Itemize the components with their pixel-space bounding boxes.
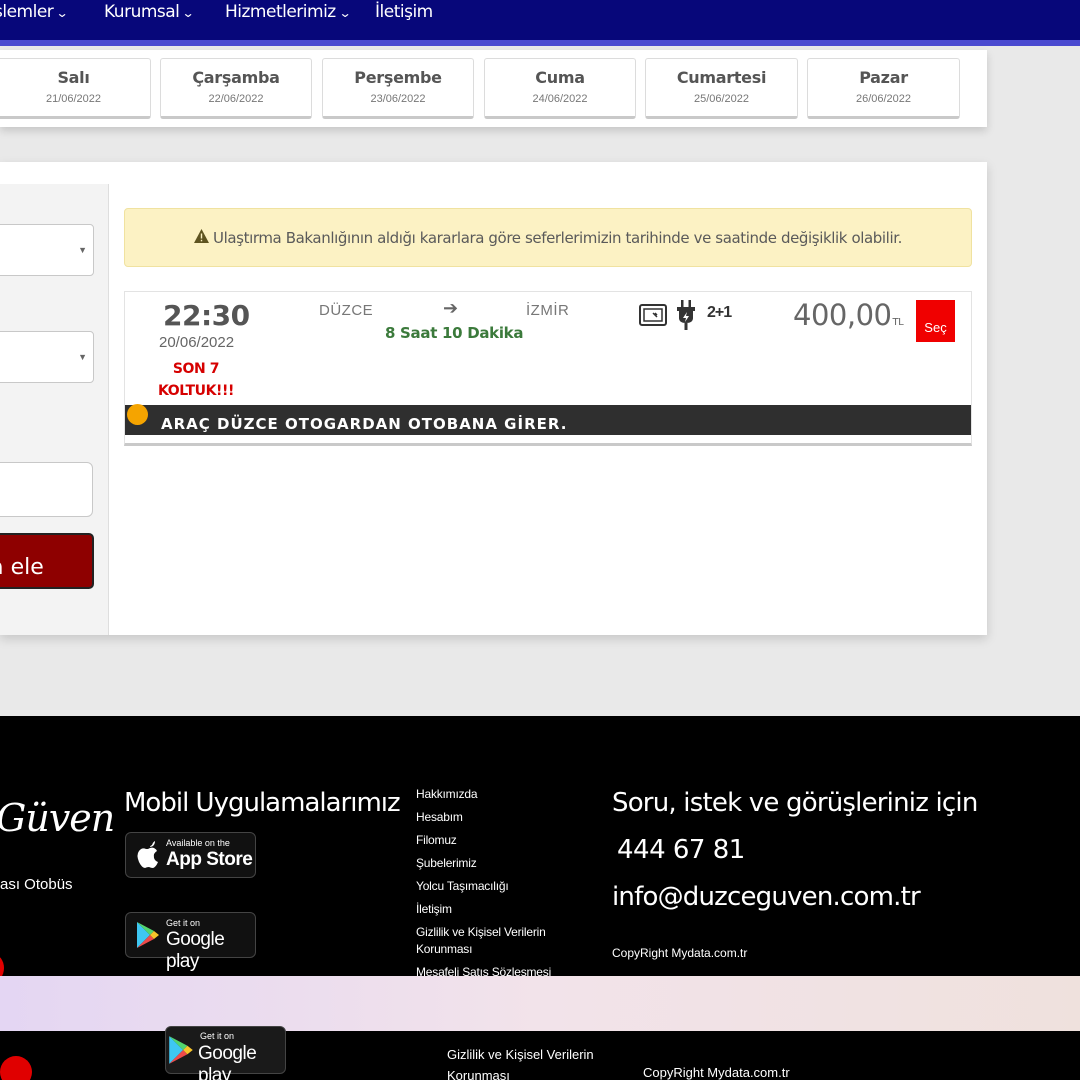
nav-item-label: Hizmetlerimiz <box>225 2 336 22</box>
contact-title: Soru, istek ve görüşleriniz için <box>612 788 978 818</box>
nav-item-hizmetlerimiz[interactable]: Hizmetlerimiz ⌄ <box>225 2 351 22</box>
nav-item-iletisim[interactable]: İletişim <box>375 2 433 22</box>
day-selector: Salı 21/06/2022 Çarşamba 22/06/2022 Perş… <box>0 50 987 127</box>
date-input[interactable] <box>0 462 93 517</box>
day-date: 25/06/2022 <box>693 93 750 105</box>
day-date: 26/06/2022 <box>855 93 912 105</box>
search-button[interactable]: Ara ele <box>0 533 94 589</box>
destination-city: İZMİR <box>526 302 570 319</box>
footer-link-hakkimizda[interactable]: Hakkımızda <box>416 786 596 803</box>
footer-link-filomuz[interactable]: Filomuz <box>416 832 596 849</box>
google-play-icon <box>137 922 159 948</box>
arrival-select[interactable]: ▼ <box>0 331 94 383</box>
price-value: 400,00 <box>793 298 892 332</box>
departure-select[interactable]: ▼ <box>0 224 94 276</box>
day-tab-pazar[interactable]: Pazar 26/06/2022 <box>807 58 960 119</box>
departure-date: 20/06/2022 <box>159 334 235 351</box>
day-tab-sali[interactable]: Salı 21/06/2022 <box>0 58 151 119</box>
chevron-down-icon: ⌄ <box>181 6 195 20</box>
seats-warning: SON 7 KOLTUK!!! <box>155 358 237 402</box>
day-name: Pazar <box>859 68 908 87</box>
copyright-text-duplicate: CopyRight Mydata.com.tr <box>643 1065 790 1080</box>
results-panel: ▼ ▼ Ara ele Ulaştırma Bakanlığının aldığ… <box>0 162 987 635</box>
banner-text: ARAÇ DÜZCE OTOGARDAN OTOBANA GİRER. <box>161 415 568 433</box>
day-name: Salı <box>57 68 90 87</box>
google-play-badge-duplicate[interactable]: Get it on Google play <box>165 1026 286 1080</box>
nav-item-label: Kurumsal <box>104 2 180 22</box>
footer-link-gizlilik-duplicate[interactable]: Gizlilik ve Kişisel Verilerin Korunması <box>447 1044 597 1080</box>
notice-text: Ulaştırma Bakanlığının aldığı kararlara … <box>213 229 902 247</box>
trip-info-banner: ARAÇ DÜZCE OTOGARDAN OTOBANA GİRER. <box>125 404 971 435</box>
footer-links: Hakkımızda Hesabım Filomuz Şubelerimiz Y… <box>416 786 596 987</box>
google-play-badge[interactable]: Get it on Google play <box>125 912 256 972</box>
search-sidebar: ▼ ▼ Ara ele <box>0 184 109 635</box>
seats-line-2: KOLTUK!!! <box>157 383 235 399</box>
status-dot <box>127 404 148 425</box>
apps-title: Mobil Uygulamalarımız <box>124 788 401 818</box>
googleplay-big-text: Google play <box>198 1043 257 1080</box>
nav-item-label: şlemler <box>0 2 54 22</box>
caret-down-icon: ▼ <box>78 245 87 255</box>
whatsapp-button-duplicate[interactable] <box>0 1056 32 1080</box>
nav-item-kurumsal[interactable]: Kurumsal ⌄ <box>104 2 195 22</box>
footer-link-iletisim[interactable]: İletişim <box>416 901 596 918</box>
contact-phone[interactable]: 444 67 81 <box>617 835 745 865</box>
googleplay-small-text: Get it on <box>166 918 201 928</box>
caret-down-icon: ▼ <box>78 352 87 362</box>
trip-duration: 8 Saat 10 Dakika <box>385 324 524 342</box>
warning-icon <box>194 229 210 247</box>
chevron-down-icon: ⌄ <box>338 6 351 20</box>
appstore-small-text: Available on the <box>166 838 230 848</box>
nav-item-islemler[interactable]: şlemler⌄ <box>0 2 69 22</box>
scroll-overlay-band <box>0 976 1080 1031</box>
day-tab-cumartesi[interactable]: Cumartesi 25/06/2022 <box>645 58 798 119</box>
top-navigation: şlemler⌄ Kurumsal⌄ Hizmetlerimiz⌄ İletiş… <box>0 0 1080 46</box>
price-currency: TL <box>892 317 904 328</box>
seat-layout: 2+1 <box>707 304 732 321</box>
appstore-big-text: App Store <box>166 849 253 870</box>
select-trip-button[interactable]: Seç <box>916 300 955 342</box>
googleplay-big-text: Google play <box>166 929 225 972</box>
brand-logo[interactable]: Güven <box>0 796 115 840</box>
google-play-icon <box>169 1036 193 1064</box>
day-date: 21/06/2022 <box>45 93 102 105</box>
day-date: 23/06/2022 <box>370 93 426 105</box>
footer-tagline: ası Otobüs <box>0 876 73 893</box>
footer-link-yolcu-tasimaciligi[interactable]: Yolcu Taşımacılığı <box>416 878 596 895</box>
day-date: 24/06/2022 <box>532 93 588 105</box>
contact-email[interactable]: info@duzceguven.com.tr <box>612 882 921 912</box>
day-tab-carsamba[interactable]: Çarşamba 22/06/2022 <box>160 58 312 119</box>
plug-icon <box>677 300 695 330</box>
day-tab-cuma[interactable]: Cuma 24/06/2022 <box>484 58 636 119</box>
chevron-down-icon: ⌄ <box>55 6 69 20</box>
footer: Güven ası Otobüs Mobil Uygulamalarımız A… <box>0 716 1080 1080</box>
footer-link-hesabim[interactable]: Hesabım <box>416 809 596 826</box>
trip-card: 22:30 20/06/2022 SON 7 KOLTUK!!! DÜZCE ➔… <box>124 291 972 446</box>
footer-link-subelerimiz[interactable]: Şubelerimiz <box>416 855 596 872</box>
day-name: Cumartesi <box>676 68 767 87</box>
app-store-badge[interactable]: Available on the App Store <box>125 832 256 878</box>
day-name: Perşembe <box>354 68 442 87</box>
apple-icon <box>137 841 158 868</box>
nav-item-label: İletişim <box>375 2 433 22</box>
screen-icon <box>639 304 667 326</box>
ticket-price: 400,00TL <box>793 298 904 332</box>
seats-line-1: SON 7 <box>172 361 220 377</box>
day-name: Cuma <box>535 68 585 87</box>
googleplay-small-text: Get it on <box>200 1031 235 1041</box>
day-date: 22/06/2022 <box>208 93 264 105</box>
copyright-text: CopyRight Mydata.com.tr <box>612 946 748 960</box>
footer-link-gizlilik[interactable]: Gizlilik ve Kişisel Verilerin Korunması <box>416 924 596 958</box>
day-tab-persembe[interactable]: Perşembe 23/06/2022 <box>322 58 474 119</box>
departure-time: 22:30 <box>163 299 250 332</box>
day-name: Çarşamba <box>192 68 280 87</box>
origin-city: DÜZCE <box>319 302 374 319</box>
arrow-right-icon: ➔ <box>443 298 459 318</box>
notice-alert: Ulaştırma Bakanlığının aldığı kararlara … <box>124 208 972 267</box>
